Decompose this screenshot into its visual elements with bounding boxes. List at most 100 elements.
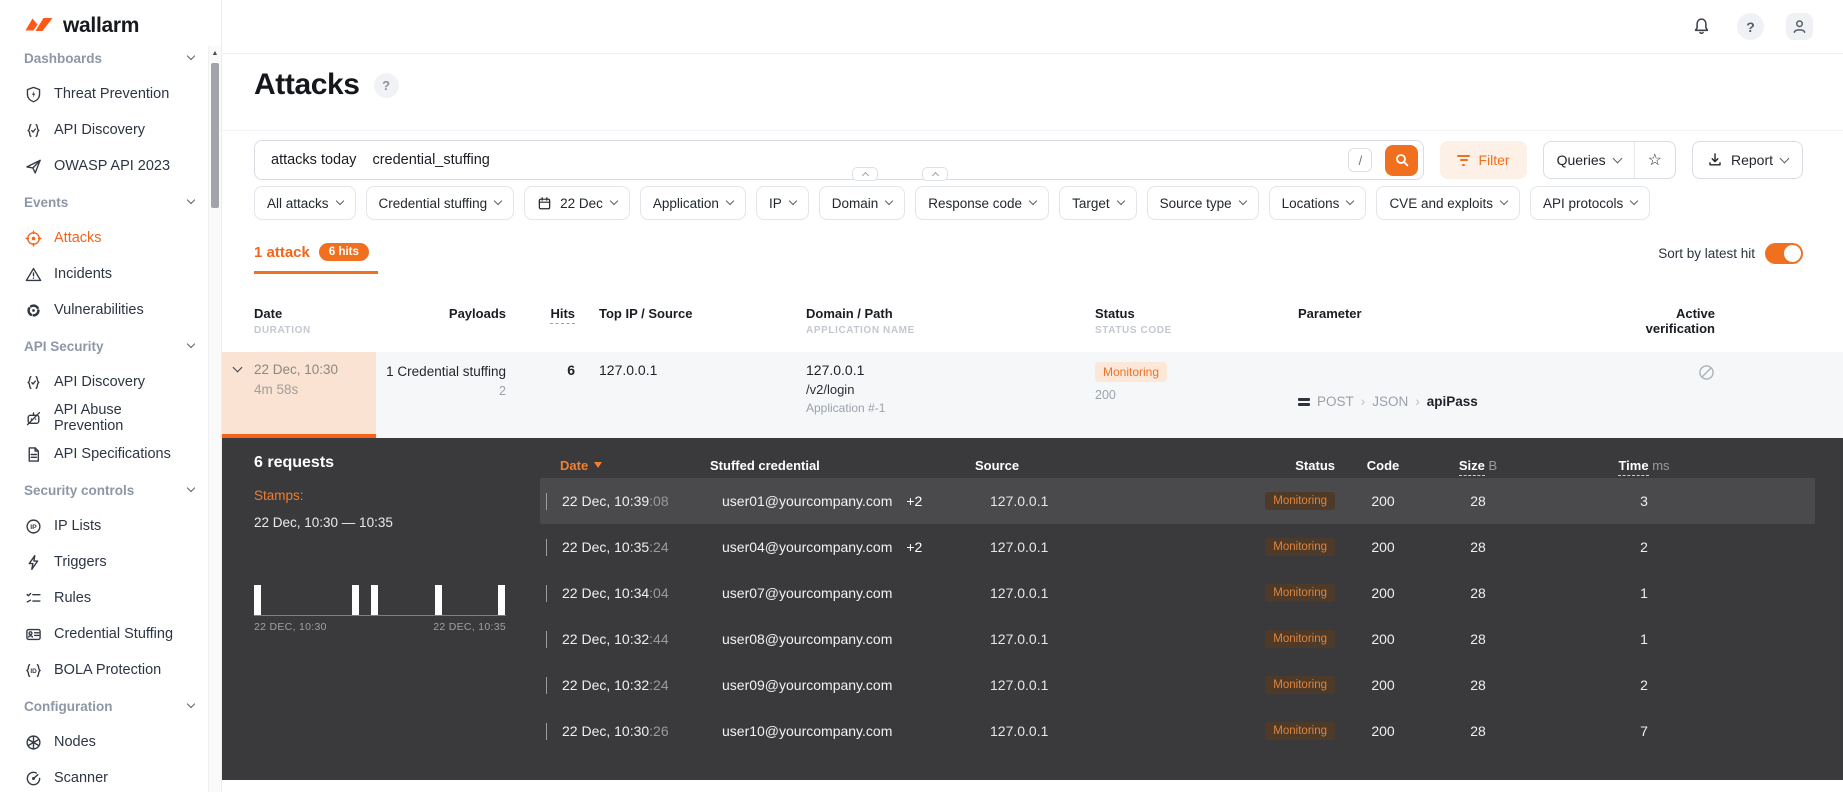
chevron-right-icon	[546, 677, 547, 694]
request-row[interactable]: 22 Dec, 10:34:04 user07@yourcompany.com 12…	[540, 570, 1815, 616]
filter-chip-cve-and-exploits[interactable]: CVE and exploits	[1376, 186, 1520, 220]
request-status-badge: Monitoring	[1265, 630, 1335, 648]
attack-results-tab[interactable]: 1 attack 6 hits	[254, 243, 369, 261]
sidebar-section-configuration[interactable]: Configuration	[0, 688, 208, 724]
user-account-icon[interactable]	[1786, 13, 1813, 40]
chevron-down-icon	[186, 195, 196, 205]
sidebar-item-rules[interactable]: Rules	[0, 580, 208, 616]
sidebar-item-api-specifications[interactable]: API Specifications	[0, 436, 208, 472]
search-input[interactable]: attacks today credential_stuffing /	[254, 140, 1425, 180]
sidebar-item-api-discovery[interactable]: API Discovery	[0, 112, 208, 148]
sidebar-section-events[interactable]: Events	[0, 184, 208, 220]
request-credential: user01@yourcompany.com +2	[722, 493, 923, 509]
wallarm-logo[interactable]: wallarm	[0, 0, 208, 51]
request-status-badge: Monitoring	[1265, 492, 1335, 510]
braces-check-icon	[24, 373, 43, 392]
sidebar: Dashboards Threat Prevention API Discovery…	[0, 0, 222, 792]
sort-label: Sort by latest hit	[1658, 246, 1755, 261]
chevron-down-icon	[335, 196, 344, 206]
request-row[interactable]: 22 Dec, 10:35:24 user04@yourcompany.com +2…	[540, 524, 1815, 570]
request-row[interactable]: 22 Dec, 10:39:08 user01@yourcompany.com +2…	[540, 478, 1815, 524]
sidebar-scrollbar[interactable]: ▲	[208, 46, 221, 792]
sidebar-item-triggers[interactable]: Triggers	[0, 544, 208, 580]
sidebar-item-vulnerabilities[interactable]: Vulnerabilities	[0, 292, 208, 328]
filter-chip-api-protocols[interactable]: API protocols	[1530, 186, 1651, 220]
attack-date-cell[interactable]: 22 Dec, 10:30 4m 58s	[222, 352, 376, 438]
request-row[interactable]: 22 Dec, 10:30:26 user10@yourcompany.com 12…	[540, 708, 1815, 754]
attack-row[interactable]: 22 Dec, 10:30 4m 58s 1 Credential stuffi…	[222, 352, 1843, 438]
sidebar-section-security-controls[interactable]: Security controls	[0, 472, 208, 508]
scrollbar-thumb[interactable]	[211, 63, 219, 208]
col-size[interactable]: Size B	[1423, 457, 1533, 476]
credential-extra-count: +2	[906, 539, 923, 555]
sidebar-item-nodes[interactable]: Nodes	[0, 724, 208, 760]
request-date: 22 Dec, 10:35:24	[562, 539, 669, 555]
sidebar-item-owasp-api-2023[interactable]: OWASP API 2023	[0, 148, 208, 184]
sidebar-item-api-discovery[interactable]: API Discovery	[0, 364, 208, 400]
col-date[interactable]: Date	[254, 306, 376, 321]
queries-group: Queries ☆	[1542, 141, 1676, 179]
search-expand-handle[interactable]	[852, 167, 878, 181]
request-credential: user10@yourcompany.com	[722, 723, 893, 739]
col-time[interactable]: Time ms	[1533, 457, 1815, 476]
request-size: 28	[1470, 677, 1486, 693]
filter-chip-source-type[interactable]: Source type	[1146, 186, 1259, 220]
filter-chip-target[interactable]: Target	[1059, 186, 1137, 220]
filter-chip-22-dec[interactable]: 22 Dec	[524, 186, 630, 220]
active-verification-cell[interactable]	[1630, 352, 1843, 438]
sidebar-item-ip-lists[interactable]: IP IP Lists	[0, 508, 208, 544]
query-token-time[interactable]: attacks today	[271, 152, 356, 168]
request-row[interactable]: 22 Dec, 10:32:44 user08@yourcompany.com 12…	[540, 616, 1815, 662]
stamps-label[interactable]: Stamps:	[254, 488, 534, 503]
sort-toggle[interactable]	[1765, 243, 1803, 264]
attack-top-ip-cell[interactable]: 127.0.0.1	[585, 352, 800, 438]
col-request-date[interactable]: Date	[560, 458, 710, 473]
filter-chip-response-code[interactable]: Response code	[915, 186, 1050, 220]
filter-chip-application[interactable]: Application	[639, 186, 746, 220]
filter-button[interactable]: Filter	[1440, 141, 1527, 179]
sidebar-item-scanner[interactable]: Scanner	[0, 760, 208, 792]
scrollbar-up-arrow-icon[interactable]: ▲	[209, 46, 221, 61]
help-icon[interactable]: ?	[1737, 13, 1764, 40]
filter-chip-ip[interactable]: IP	[755, 186, 809, 220]
download-icon	[1709, 153, 1721, 166]
histogram-bar	[435, 585, 443, 615]
sidebar-item-credential-stuffing[interactable]: Credential Stuffing	[0, 616, 208, 652]
star-icon: ☆	[1647, 152, 1662, 169]
search-expand-handle-2[interactable]	[922, 167, 948, 181]
attack-duration: 4m 58s	[254, 382, 299, 397]
wallarm-console: ? Dashboards Threat Prevention API Discove…	[0, 0, 1843, 792]
sidebar-item-threat-prevention[interactable]: Threat Prevention	[0, 76, 208, 112]
request-row[interactable]: 22 Dec, 10:32:24 user09@yourcompany.com 12…	[540, 662, 1815, 708]
attack-parameter-cell[interactable]: POST › JSON › apiPass	[1290, 352, 1630, 438]
request-credential: user08@yourcompany.com	[722, 631, 893, 647]
sidebar-item-attacks[interactable]: Attacks	[0, 220, 208, 256]
sidebar-item-api-abuse-prevention[interactable]: API Abuse Prevention	[0, 400, 208, 436]
filter-chip-all-attacks[interactable]: All attacks	[254, 186, 356, 220]
report-button[interactable]: Report	[1691, 141, 1803, 179]
attack-domain-cell[interactable]: 127.0.0.1 /v2/login Application #-1	[800, 352, 1075, 438]
sidebar-item-bola-protection[interactable]: ID BOLA Protection	[0, 652, 208, 688]
chevron-down-icon	[1028, 196, 1038, 206]
notifications-bell-icon[interactable]	[1688, 13, 1715, 40]
histogram-bar	[371, 585, 379, 615]
filter-chip-locations[interactable]: Locations	[1268, 186, 1367, 220]
col-hits[interactable]: Hits	[520, 306, 575, 324]
attack-hits-cell: 6	[567, 362, 575, 378]
sidebar-section-api-security[interactable]: API Security	[0, 328, 208, 364]
filter-chip-domain[interactable]: Domain	[818, 186, 906, 220]
calendar-icon	[537, 196, 552, 211]
favorite-star-button[interactable]: ☆	[1633, 142, 1675, 178]
wallarm-bolt-icon	[25, 18, 53, 31]
sidebar-item-incidents[interactable]: Incidents	[0, 256, 208, 292]
queries-button[interactable]: Queries	[1544, 142, 1634, 178]
histogram-bar	[254, 585, 261, 615]
chevron-down-icon	[725, 196, 735, 206]
page-help-icon[interactable]: ?	[373, 72, 399, 98]
filter-chip-credential-stuffing[interactable]: Credential stuffing	[365, 186, 515, 220]
search-button[interactable]	[1385, 144, 1419, 176]
chevron-right-icon	[546, 723, 547, 740]
request-date: 22 Dec, 10:32:44	[562, 631, 669, 647]
query-token-type[interactable]: credential_stuffing	[372, 152, 489, 168]
request-size: 28	[1470, 585, 1486, 601]
